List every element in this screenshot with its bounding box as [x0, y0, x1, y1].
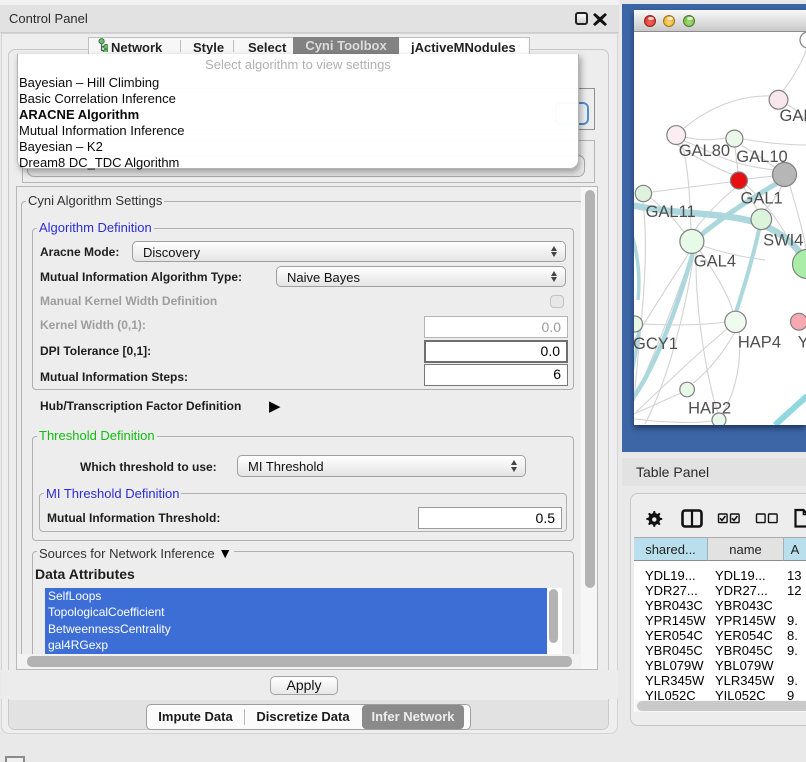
svg-text:GAL11: GAL11 [646, 203, 696, 221]
svg-text:HAP4: HAP4 [738, 334, 781, 352]
svg-text:GAL4: GAL4 [694, 253, 736, 271]
svg-text:GAL: GAL [780, 107, 806, 125]
svg-text:HAP2: HAP2 [688, 400, 731, 418]
svg-text:GAL10: GAL10 [736, 148, 787, 166]
svg-text:SWI4: SWI4 [763, 232, 803, 250]
svg-text:GAL1: GAL1 [741, 190, 783, 208]
svg-text:GCY1: GCY1 [634, 335, 678, 353]
svg-text:GAL80: GAL80 [679, 142, 730, 160]
svg-text:Y: Y [798, 334, 806, 352]
